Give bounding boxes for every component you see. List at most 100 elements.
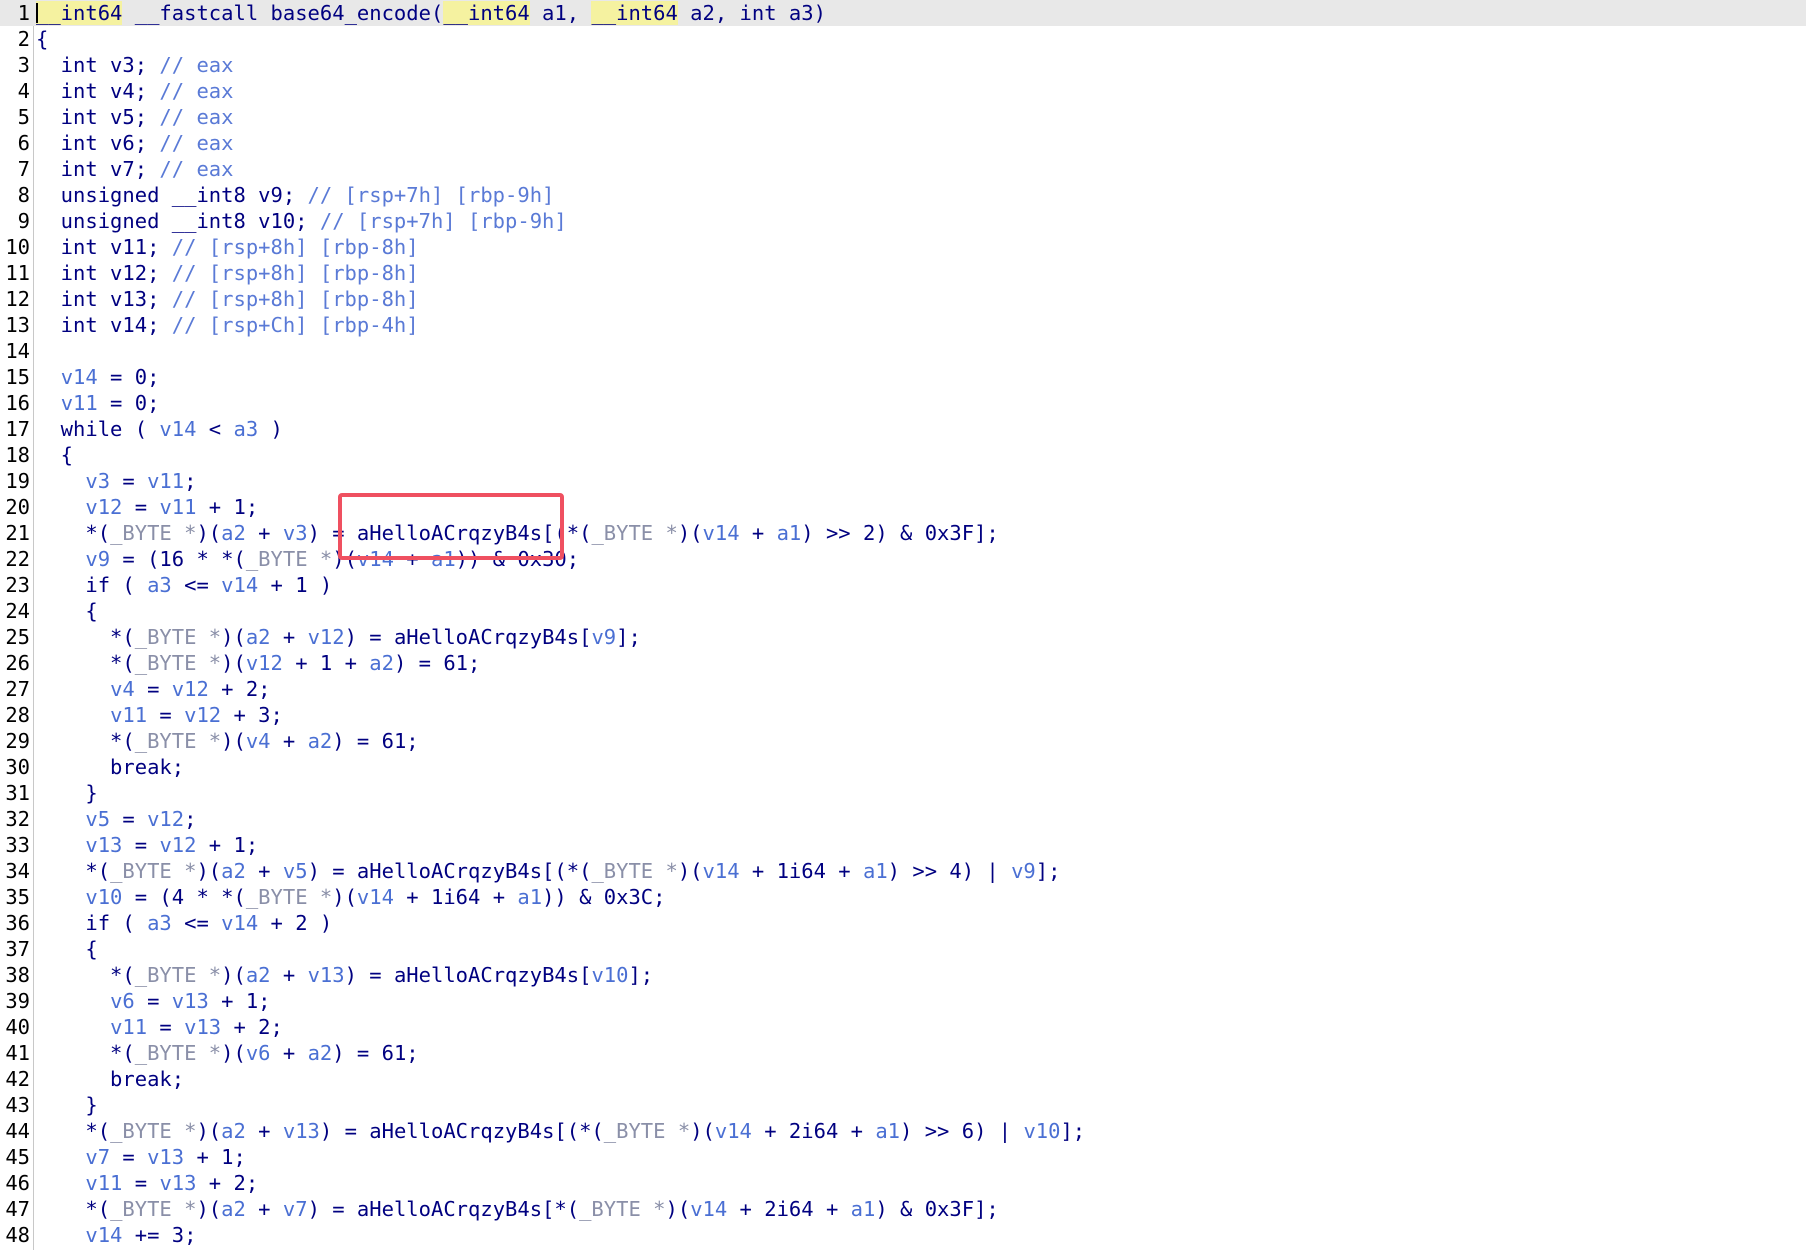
code-line[interactable]: 12 int v13; // [rsp+8h] [rbp-8h] [0,286,1806,312]
variable-token[interactable]: a2 [246,625,271,649]
variable-token[interactable]: a3 [147,911,172,935]
code-line[interactable]: 21 *(_BYTE *)(a2 + v3) = aHelloACrqzyB4s… [0,520,1806,546]
code-text[interactable]: int v14; // [rsp+Ch] [rbp-4h] [36,312,419,338]
code-line[interactable]: 24 { [0,598,1806,624]
variable-token[interactable]: v14 [85,1223,122,1247]
code-line[interactable]: 5 int v5; // eax [0,104,1806,130]
variable-token[interactable]: v4 [246,729,271,753]
code-line[interactable]: 39 v6 = v13 + 1; [0,988,1806,1014]
variable-token[interactable]: v7 [283,1197,308,1221]
code-text[interactable]: v3 = v11; [36,468,196,494]
code-text[interactable]: v11 = v13 + 2; [36,1014,283,1040]
code-line[interactable]: 2{ [0,26,1806,52]
variable-token[interactable]: v10 [85,885,122,909]
variable-token[interactable]: v14 [61,365,98,389]
code-line[interactable]: 16 v11 = 0; [0,390,1806,416]
code-line[interactable]: 6 int v6; // eax [0,130,1806,156]
code-text[interactable]: v5 = v12; [36,806,196,832]
code-line[interactable]: 32 v5 = v12; [0,806,1806,832]
code-text[interactable]: v11 = 0; [36,390,160,416]
code-text[interactable]: int v12; // [rsp+8h] [rbp-8h] [36,260,419,286]
code-line[interactable]: 43 } [0,1092,1806,1118]
code-line[interactable]: 10 int v11; // [rsp+8h] [rbp-8h] [0,234,1806,260]
code-text[interactable]: v12 = v11 + 1; [36,494,258,520]
variable-token[interactable]: a1 [517,885,542,909]
variable-token[interactable]: v13 [172,989,209,1013]
variable-token[interactable]: v10 [591,963,628,987]
code-line[interactable]: 41 *(_BYTE *)(v6 + a2) = 61; [0,1040,1806,1066]
code-line[interactable]: 18 { [0,442,1806,468]
variable-token[interactable]: v14 [703,521,740,545]
code-line[interactable]: 3 int v3; // eax [0,52,1806,78]
code-text[interactable]: break; [36,754,184,780]
variable-token[interactable]: v14 [221,911,258,935]
code-line[interactable]: 35 v10 = (4 * *(_BYTE *)(v14 + 1i64 + a1… [0,884,1806,910]
code-line[interactable]: 19 v3 = v11; [0,468,1806,494]
variable-token[interactable]: v6 [246,1041,271,1065]
variable-token[interactable]: v11 [147,469,184,493]
code-text[interactable]: v6 = v13 + 1; [36,988,270,1014]
code-text[interactable]: v10 = (4 * *(_BYTE *)(v14 + 1i64 + a1)) … [36,884,665,910]
code-line[interactable]: 27 v4 = v12 + 2; [0,676,1806,702]
code-line[interactable]: 46 v11 = v13 + 2; [0,1170,1806,1196]
code-text[interactable]: } [36,780,97,806]
code-text[interactable]: __int64 __fastcall base64_encode(__int64… [36,0,826,26]
code-line[interactable]: 13 int v14; // [rsp+Ch] [rbp-4h] [0,312,1806,338]
variable-token[interactable]: v14 [159,417,196,441]
code-text[interactable]: { [36,598,97,624]
code-text[interactable]: int v7; // eax [36,156,234,182]
code-text[interactable]: unsigned __int8 v10; // [rsp+7h] [rbp-9h… [36,208,567,234]
code-text[interactable]: int v3; // eax [36,52,234,78]
variable-token[interactable]: a3 [147,573,172,597]
code-text[interactable]: v11 = v12 + 3; [36,702,283,728]
variable-token[interactable]: a1 [777,521,802,545]
code-line[interactable]: 44 *(_BYTE *)(a2 + v13) = aHelloACrqzyB4… [0,1118,1806,1144]
variable-token[interactable]: v5 [283,859,308,883]
variable-token[interactable]: v9 [85,547,110,571]
code-line[interactable]: 34 *(_BYTE *)(a2 + v5) = aHelloACrqzyB4s… [0,858,1806,884]
code-line[interactable]: 38 *(_BYTE *)(a2 + v13) = aHelloACrqzyB4… [0,962,1806,988]
code-line[interactable]: 33 v13 = v12 + 1; [0,832,1806,858]
code-text[interactable]: int v6; // eax [36,130,234,156]
code-text[interactable]: *(_BYTE *)(v12 + 1 + a2) = 61; [36,650,480,676]
variable-token[interactable]: v14 [703,859,740,883]
variable-token[interactable]: v14 [221,573,258,597]
variable-token[interactable]: v13 [308,963,345,987]
code-line[interactable]: 11 int v12; // [rsp+8h] [rbp-8h] [0,260,1806,286]
pseudocode-view[interactable]: 1 __int64 __fastcall base64_encode(__int6… [0,0,1806,1250]
variable-token[interactable]: v11 [110,703,147,727]
code-text[interactable]: int v11; // [rsp+8h] [rbp-8h] [36,234,419,260]
code-line[interactable]: 37 { [0,936,1806,962]
code-text[interactable]: } [36,1092,97,1118]
variable-token[interactable]: a3 [233,417,258,441]
code-text[interactable]: v4 = v12 + 2; [36,676,270,702]
variable-token[interactable]: a2 [369,651,394,675]
variable-token[interactable]: v11 [159,495,196,519]
code-text[interactable]: int v4; // eax [36,78,234,104]
code-text[interactable]: v14 = 0; [36,364,160,390]
variable-token[interactable]: a2 [246,963,271,987]
code-text[interactable]: *(_BYTE *)(v4 + a2) = 61; [36,728,419,754]
variable-token[interactable]: v14 [690,1197,727,1221]
code-line[interactable]: 17 while ( v14 < a3 ) [0,416,1806,442]
code-text[interactable]: while ( v14 < a3 ) [36,416,283,442]
code-text[interactable]: int v13; // [rsp+8h] [rbp-8h] [36,286,419,312]
code-line[interactable]: 29 *(_BYTE *)(v4 + a2) = 61; [0,728,1806,754]
code-text[interactable]: *(_BYTE *)(a2 + v13) = aHelloACrqzyB4s[v… [36,962,653,988]
variable-token[interactable]: v6 [110,989,135,1013]
variable-token[interactable]: v11 [110,1015,147,1039]
code-line[interactable]: 26 *(_BYTE *)(v12 + 1 + a2) = 61; [0,650,1806,676]
code-line[interactable]: 7 int v7; // eax [0,156,1806,182]
code-text[interactable]: v7 = v13 + 1; [36,1144,245,1170]
variable-token[interactable]: a2 [221,1119,246,1143]
code-line[interactable]: 22 v9 = (16 * *(_BYTE *)(v14 + a1)) & 0x… [0,546,1806,572]
code-text[interactable]: *(_BYTE *)(a2 + v7) = aHelloACrqzyB4s[*(… [36,1196,998,1222]
variable-token[interactable]: v12 [308,625,345,649]
variable-token[interactable]: a2 [221,1197,246,1221]
code-line[interactable]: 31 } [0,780,1806,806]
code-text[interactable]: break; [36,1066,184,1092]
code-line[interactable]: 28 v11 = v12 + 3; [0,702,1806,728]
variable-token[interactable]: v9 [1011,859,1036,883]
code-line[interactable]: 1 __int64 __fastcall base64_encode(__int6… [0,0,1806,26]
code-line[interactable]: 42 break; [0,1066,1806,1092]
